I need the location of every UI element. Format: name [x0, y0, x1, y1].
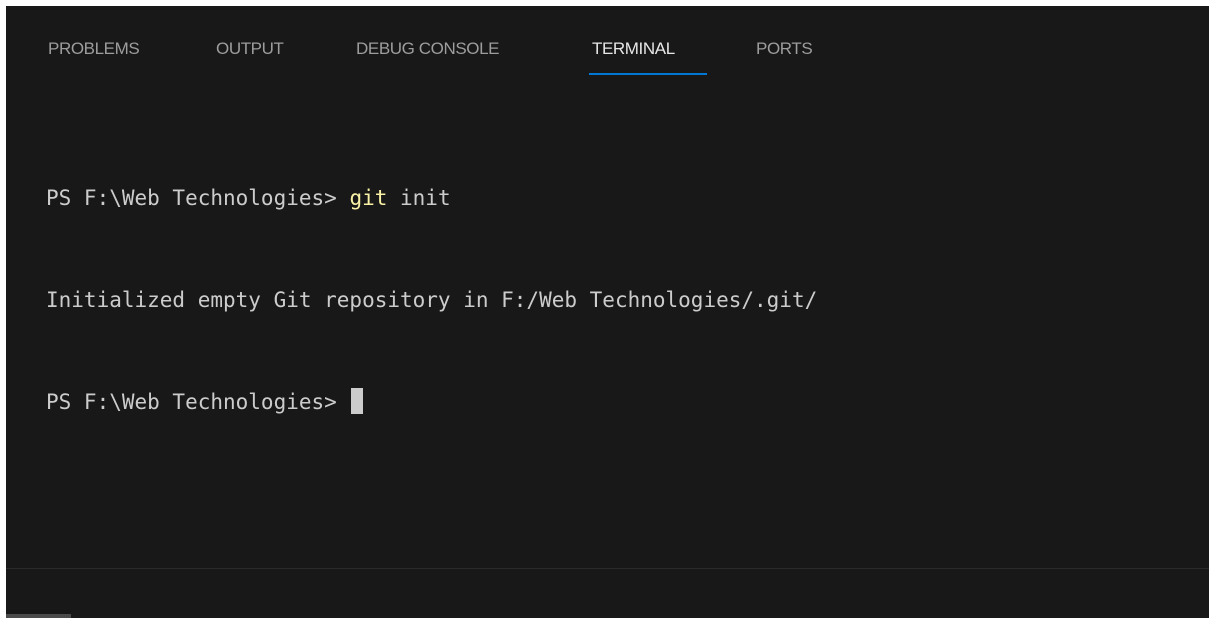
tab-terminal[interactable]: TERMINAL: [592, 38, 675, 78]
terminal-output-text: Initialized empty Git repository in F:/W…: [46, 288, 818, 312]
terminal-line: PS F:\Web Technologies> git init: [46, 181, 1196, 215]
terminal-output[interactable]: PS F:\Web Technologies> git init Initial…: [46, 113, 1196, 487]
terminal-prompt: PS F:\Web Technologies>: [46, 390, 350, 414]
terminal-cursor: [351, 388, 364, 414]
terminal-command-args: init: [387, 186, 451, 210]
terminal-panel: PROBLEMS OUTPUT DEBUG CONSOLE TERMINAL P…: [6, 6, 1209, 618]
tab-output[interactable]: OUTPUT: [216, 38, 284, 78]
tab-problems[interactable]: PROBLEMS: [48, 38, 140, 78]
terminal-line: PS F:\Web Technologies>: [46, 385, 1196, 419]
terminal-command: git: [349, 186, 388, 210]
divider: [6, 568, 1209, 569]
panel-tab-bar: PROBLEMS OUTPUT DEBUG CONSOLE TERMINAL P…: [6, 6, 1209, 86]
active-tab-indicator: [589, 73, 707, 75]
terminal-prompt: PS F:\Web Technologies>: [46, 186, 350, 210]
tab-ports[interactable]: PORTS: [756, 38, 813, 78]
tab-debug-console[interactable]: DEBUG CONSOLE: [356, 38, 500, 78]
horizontal-scrollbar[interactable]: [6, 614, 71, 618]
terminal-line: Initialized empty Git repository in F:/W…: [46, 283, 1196, 317]
